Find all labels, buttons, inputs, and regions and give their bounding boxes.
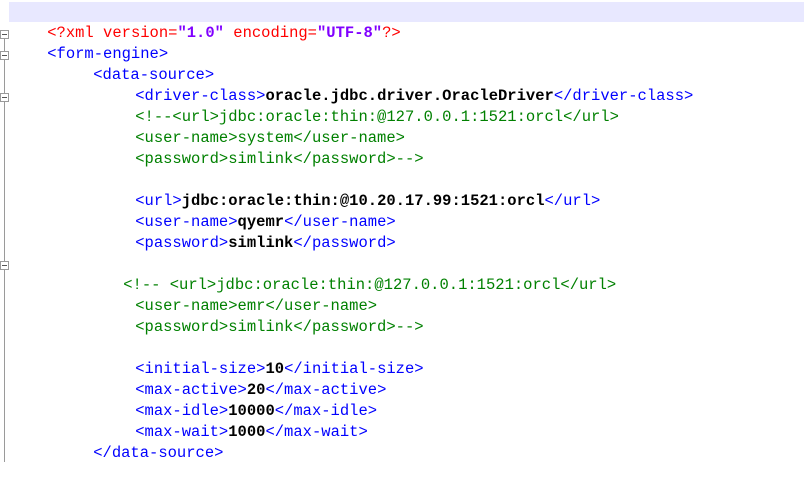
fold-gutter [0, 0, 9, 462]
password-open-tag: <password> [135, 234, 229, 252]
encoding-value: "UTF-8" [316, 24, 383, 42]
code-line-initial-size[interactable]: <initial-size>10</initial-size> [98, 338, 423, 378]
comment-text: <password>simlink</password>--> [135, 150, 424, 168]
password-close-tag: </password> [293, 234, 396, 252]
fold-toggle-icon[interactable] [0, 30, 9, 39]
code-line-password[interactable]: <password>simlink</password> [98, 212, 395, 252]
code-line-comment-2b[interactable]: <user-name>emr</user-name> [98, 275, 377, 315]
code-line-form-engine[interactable]: <form-engine> [10, 23, 168, 63]
code-line-data-source[interactable]: <data-source> [56, 44, 214, 84]
fold-toggle-icon[interactable] [0, 51, 9, 60]
code-line-comment-1b[interactable]: <user-name>system</user-name> [98, 107, 405, 147]
code-line-comment-2c[interactable]: <password>simlink</password>--> [98, 296, 423, 336]
max-wait-value: 1000 [228, 423, 266, 441]
comment-text: <password>simlink</password>--> [135, 318, 424, 336]
fold-toggle-icon[interactable] [0, 261, 9, 270]
code-line-url[interactable]: <url>jdbc:oracle:thin:@10.20.17.99:1521:… [98, 170, 600, 210]
version-value: "1.0" [177, 24, 224, 42]
code-line-driver-class[interactable]: <driver-class>oracle.jdbc.driver.OracleD… [98, 65, 693, 105]
password-value: simlink [228, 234, 294, 252]
url-close-tag: </url> [544, 192, 601, 210]
data-source-close-tag: </data-source> [93, 444, 224, 462]
code-line-data-source-close[interactable]: </data-source> [56, 422, 223, 462]
fold-toggle-icon[interactable] [0, 93, 9, 102]
code-line-user-name[interactable]: <user-name>qyemr</user-name> [98, 191, 395, 231]
code-line-max-active[interactable]: <max-active>20</max-active> [98, 359, 386, 399]
xml-editor[interactable]: <?xml version="1.0" encoding="UTF-8"?> <… [0, 0, 804, 462]
code-line-xml-declaration[interactable]: <?xml version="1.0" encoding="UTF-8"?> [10, 2, 401, 42]
xml-pi-close: ?> [382, 24, 401, 42]
code-line-comment-1c[interactable]: <password>simlink</password>--> [98, 128, 423, 168]
code-line-max-wait[interactable]: <max-wait>1000</max-wait> [98, 401, 368, 441]
max-wait-close-tag: </max-wait> [265, 423, 368, 441]
code-line-comment-1a[interactable]: <!--<url>jdbc:oracle:thin:@127.0.0.1:152… [98, 86, 619, 126]
encoding-attr: encoding= [223, 24, 317, 42]
code-line-max-idle[interactable]: <max-idle>10000</max-idle> [98, 380, 377, 420]
code-line-comment-2a[interactable]: <!-- <url>jdbc:oracle:thin:@127.0.0.1:15… [86, 254, 616, 294]
